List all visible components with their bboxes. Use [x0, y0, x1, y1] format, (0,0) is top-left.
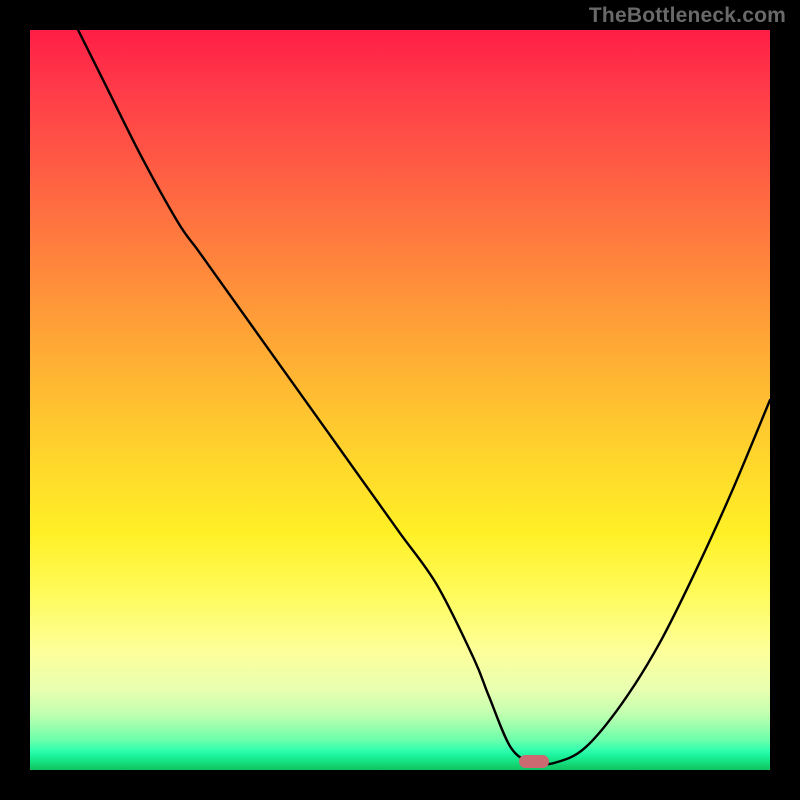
plot-area [30, 30, 770, 770]
watermark-text: TheBottleneck.com [589, 4, 786, 28]
chart-frame: TheBottleneck.com [0, 0, 800, 800]
optimal-point-marker [519, 755, 549, 768]
bottleneck-curve [30, 30, 770, 770]
